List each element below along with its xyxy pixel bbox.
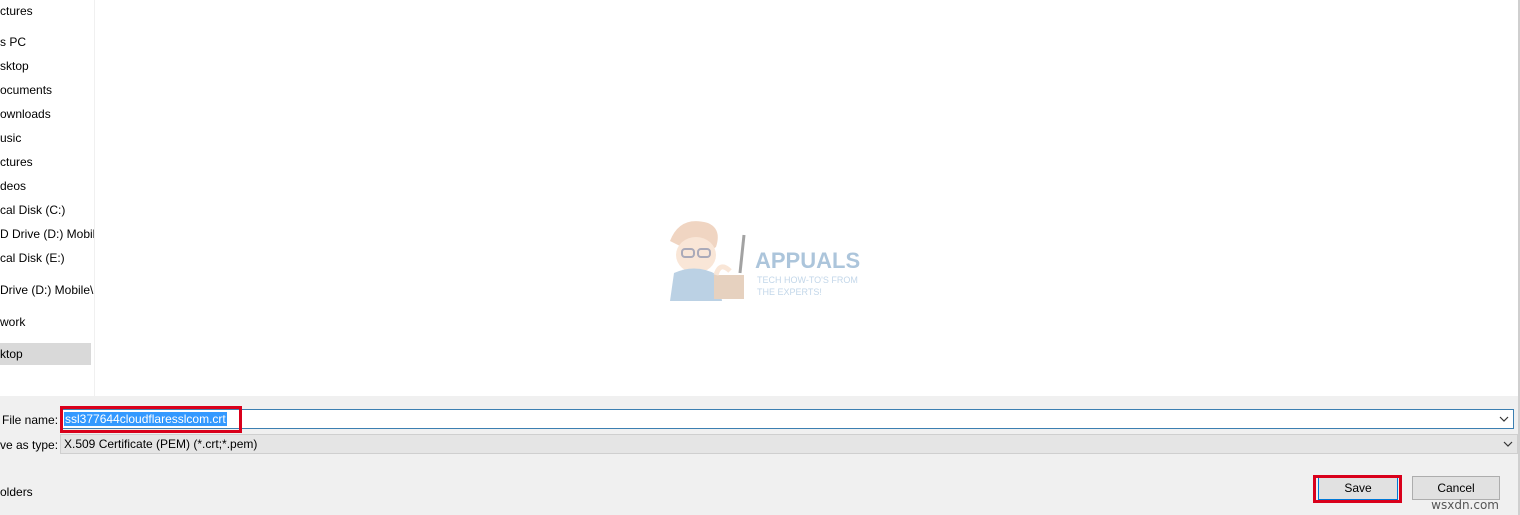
nav-item-desktop-selected[interactable]: ktop: [0, 343, 91, 365]
nav-item-documents[interactable]: ocuments: [0, 79, 94, 101]
watermark-brand: APPUALS: [755, 248, 860, 273]
nav-item-label: s PC: [0, 35, 27, 49]
nav-item-music[interactable]: usic: [0, 127, 94, 149]
file-name-label: File name:: [2, 413, 59, 427]
watermark-tagline-2: THE EXPERTS!: [757, 287, 822, 297]
nav-item-label: ctures: [0, 155, 33, 169]
nav-item-this-pc[interactable]: s PC: [0, 31, 94, 53]
nav-item-pictures[interactable]: ctures: [0, 151, 94, 173]
nav-item-label: usic: [0, 131, 22, 145]
nav-item-pictures-quick[interactable]: ctures: [0, 0, 94, 22]
nav-item-label: ownloads: [0, 107, 51, 121]
nav-item-label: Drive (D:) Mobile\: [0, 283, 94, 297]
nav-item-dvd-drive-d[interactable]: D Drive (D:) Mobil: [0, 223, 94, 245]
nav-item-dvd-drive-d-root[interactable]: Drive (D:) Mobile\: [0, 279, 94, 301]
appuals-watermark: APPUALS TECH HOW-TO'S FROM THE EXPERTS!: [670, 221, 860, 301]
nav-item-network[interactable]: work: [0, 311, 94, 333]
save-as-type-label: ve as type:: [0, 438, 59, 452]
nav-item-label: ktop: [0, 347, 23, 361]
save-options-panel: File name: ssl377644cloudflaresslcom.crt…: [0, 396, 1518, 515]
nav-item-label: deos: [0, 179, 27, 193]
nav-item-label: cal Disk (C:): [0, 203, 66, 217]
nav-item-label: D Drive (D:) Mobil: [0, 227, 94, 241]
watermark-tagline-1: TECH HOW-TO'S FROM: [757, 275, 858, 285]
nav-item-videos[interactable]: deos: [0, 175, 94, 197]
nav-item-label: cal Disk (E:): [0, 251, 65, 265]
file-list-area[interactable]: [95, 0, 1518, 396]
site-watermark: wsxdn.com: [1431, 498, 1499, 512]
nav-item-label: work: [0, 315, 26, 329]
cancel-button[interactable]: Cancel: [1412, 476, 1500, 500]
nav-item-label: sktop: [0, 59, 29, 73]
hide-folders-toggle[interactable]: olders: [0, 485, 33, 499]
chevron-down-icon[interactable]: [1502, 437, 1514, 451]
save-as-type-value: X.509 Certificate (PEM) (*.crt;*.pem): [64, 437, 258, 451]
mascot-icon: [670, 221, 746, 301]
nav-item-downloads[interactable]: ownloads: [0, 103, 94, 125]
nav-item-local-disk-e[interactable]: cal Disk (E:): [0, 247, 94, 269]
navigation-pane: ctures s PC sktop ocuments ownloads usic…: [0, 0, 95, 396]
chevron-down-icon[interactable]: [1498, 412, 1510, 426]
file-name-input[interactable]: ssl377644cloudflaresslcom.crt: [60, 409, 1514, 429]
file-name-value[interactable]: ssl377644cloudflaresslcom.crt: [64, 412, 227, 426]
nav-item-desktop[interactable]: sktop: [0, 55, 94, 77]
save-as-type-select[interactable]: X.509 Certificate (PEM) (*.crt;*.pem): [60, 434, 1518, 454]
nav-item-label: ctures: [0, 4, 33, 18]
nav-item-local-disk-c[interactable]: cal Disk (C:): [0, 199, 94, 221]
nav-item-label: ocuments: [0, 83, 53, 97]
save-button[interactable]: Save: [1318, 476, 1398, 500]
